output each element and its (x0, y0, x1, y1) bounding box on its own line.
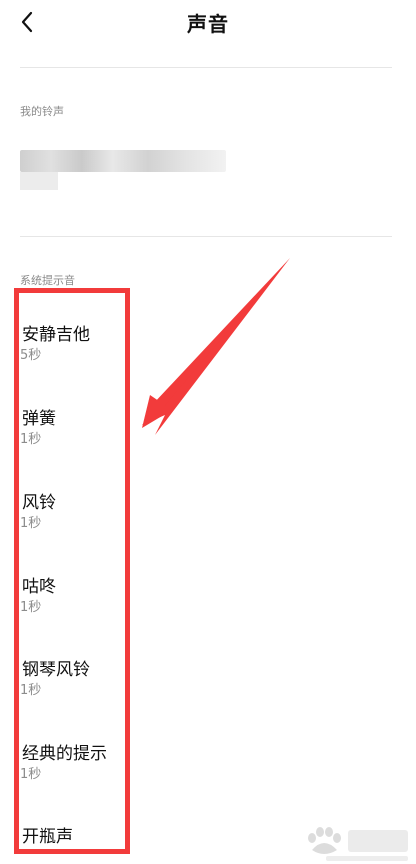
sound-name: 咕咚 (22, 577, 56, 597)
divider (20, 236, 392, 237)
page-title: 声音 (187, 12, 229, 36)
sound-name: 开瓶声 (22, 827, 73, 847)
sound-name: 安静吉他 (22, 325, 90, 345)
sound-item-fengling[interactable]: 风铃 1秒 (20, 488, 380, 548)
paw-logo-icon (308, 827, 408, 861)
sound-item-gangqin-fengling[interactable]: 钢琴风铃 1秒 (20, 655, 380, 715)
sound-item-gudong[interactable]: 咕咚 1秒 (20, 572, 380, 632)
sound-duration: 5秒 (20, 348, 42, 363)
sound-name: 经典的提示 (22, 744, 107, 764)
sound-duration: 1秒 (20, 600, 42, 615)
blurred-ringtone-duration (20, 172, 58, 190)
section-label-my-ringtones: 我的铃声 (20, 105, 64, 118)
header: 声音 (0, 0, 416, 44)
sound-item-anjing-jita[interactable]: 安静吉他 5秒 (20, 320, 380, 380)
sound-item-jingdian-tishi[interactable]: 经典的提示 1秒 (20, 739, 380, 799)
sound-name: 弹簧 (22, 409, 56, 429)
section-label-system-tones: 系统提示音 (20, 274, 75, 287)
sound-item-tanhuang[interactable]: 弹簧 1秒 (20, 404, 380, 464)
blurred-ringtone-name[interactable] (20, 150, 226, 172)
sound-duration: 1秒 (20, 683, 42, 698)
sound-duration: 1秒 (20, 767, 42, 782)
sound-duration: 1秒 (20, 516, 42, 531)
sound-name: 风铃 (22, 493, 56, 513)
sound-duration: 1秒 (20, 432, 42, 447)
divider (20, 67, 392, 68)
sound-name: 钢琴风铃 (22, 660, 90, 680)
